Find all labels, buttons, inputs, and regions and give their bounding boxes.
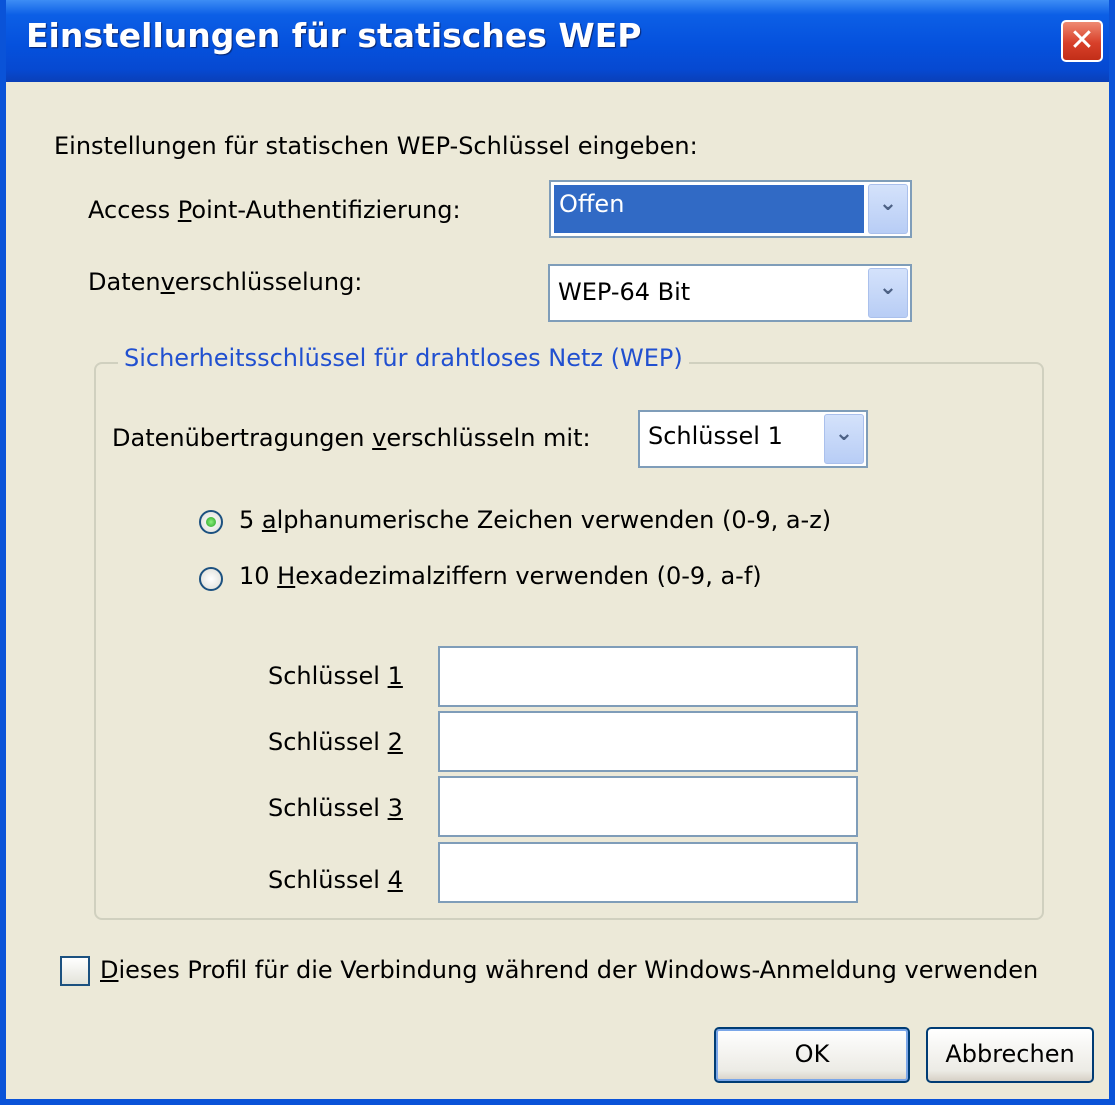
radio-alphanumeric[interactable] [199,510,223,534]
wep-settings-dialog: Einstellungen für statisches WEP ✕ Einst… [0,0,1115,1105]
intro-label: Einstellungen für statischen WEP-Schlüss… [54,132,698,160]
key1-label: Schlüssel 1 [268,662,403,690]
key3-label: Schlüssel 3 [268,794,403,822]
key-select-dropdown[interactable]: Schlüssel 1 ⌄ [638,410,868,468]
window-title: Einstellungen für statisches WEP [26,16,642,55]
chevron-down-icon[interactable]: ⌄ [868,184,908,234]
groupbox-legend: Sicherheitsschlüssel für drahtloses Netz… [118,344,689,372]
auth-dropdown-value: Offen [559,190,625,218]
radio-hexadecimal-label[interactable]: 10 Hexadezimalziffern verwenden (0-9, a-… [239,562,762,590]
key1-input[interactable] [438,646,858,707]
close-icon: ✕ [1069,23,1095,58]
key2-input[interactable] [438,711,858,772]
key3-input[interactable] [438,776,858,837]
auth-label: Access Point-Authentifizierung: [88,196,461,224]
title-bar[interactable]: Einstellungen für statisches WEP ✕ [6,0,1109,82]
encryption-label: Datenverschlüsselung: [88,268,363,296]
key-select-value: Schlüssel 1 [648,422,783,450]
chevron-down-icon[interactable]: ⌄ [868,268,908,318]
key2-label: Schlüssel 2 [268,728,403,756]
key4-label: Schlüssel 4 [268,866,403,894]
ok-button[interactable]: OK [714,1027,910,1083]
encryption-dropdown[interactable]: WEP-64 Bit ⌄ [548,264,912,322]
radio-alphanumeric-label[interactable]: 5 alphanumerische Zeichen verwenden (0-9… [239,506,831,534]
close-button[interactable]: ✕ [1061,20,1103,62]
chevron-down-icon[interactable]: ⌄ [824,414,864,464]
auth-dropdown[interactable]: Offen ⌄ [549,180,912,238]
dialog-body: Einstellungen für statischen WEP-Schlüss… [6,82,1109,1099]
encryption-dropdown-value: WEP-64 Bit [558,278,691,306]
profile-checkbox-label[interactable]: Dieses Profil für die Verbindung während… [100,956,1038,984]
encrypt-with-label: Datenübertragungen verschlüsseln mit: [112,424,591,452]
key4-input[interactable] [438,842,858,903]
radio-selected-dot [206,517,216,527]
profile-checkbox[interactable] [60,956,90,986]
radio-hexadecimal[interactable] [199,567,223,591]
cancel-button[interactable]: Abbrechen [926,1027,1094,1083]
